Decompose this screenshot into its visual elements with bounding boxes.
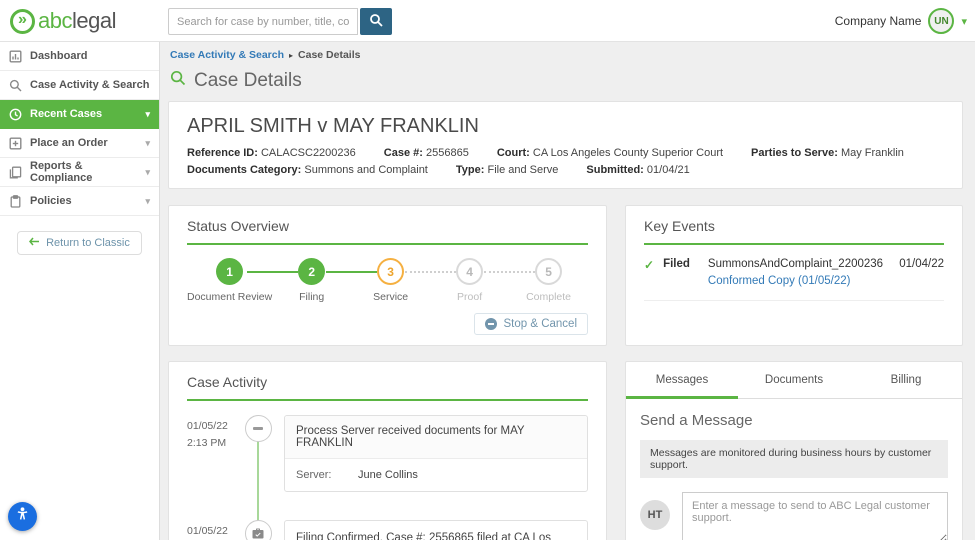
abclegal-logo[interactable]: » abclegal (10, 8, 116, 34)
entry-time: 2:13 PM (187, 435, 237, 452)
entry-text: Process Server received documents for MA… (285, 416, 587, 459)
sidebar-item-recent-cases[interactable]: Recent Cases ▾ (0, 100, 159, 129)
accessibility-person-icon (13, 505, 32, 529)
event-document-name: SummonsAndComplaint_2200236 (708, 258, 889, 270)
sidebar-item-case-activity-search[interactable]: Case Activity & Search (0, 71, 159, 100)
tab-billing[interactable]: Billing (850, 362, 962, 398)
sender-avatar: HT (640, 500, 670, 530)
server-name: June Collins (358, 469, 418, 481)
search-button[interactable] (360, 8, 392, 35)
chevron-down-icon: ▾ (145, 138, 150, 149)
search-icon (170, 70, 186, 92)
meta-court: Court: CA Los Angeles County Superior Co… (497, 147, 723, 159)
stop-cancel-button[interactable]: Stop & Cancel (474, 313, 588, 335)
account-menu[interactable]: Company Name UN ▾ (835, 0, 967, 42)
sidebar-item-dashboard[interactable]: Dashboard (0, 42, 159, 71)
step-document-review: 1 Document Review (187, 258, 272, 303)
meta-type: Type: File and Serve (456, 164, 559, 176)
entry-date: 01/05/22 (187, 418, 237, 435)
entry-date: 01/05/22 (187, 523, 237, 540)
service-attempt-icon (245, 415, 272, 442)
meta-submitted: Submitted: 01/04/21 (586, 164, 689, 176)
case-meta-row-2: Documents Category: Summons and Complain… (187, 164, 944, 176)
search-icon (369, 13, 383, 30)
step-service: 3 Service (351, 258, 430, 303)
filing-icon (245, 520, 272, 540)
case-activity-timeline: 01/05/22 2:13 PM Process Server received… (187, 415, 588, 540)
key-events-title: Key Events (644, 218, 944, 245)
case-meta-row-1: Reference ID: CALACSC2200236 Case #: 255… (187, 147, 944, 159)
sidebar-item-reports-compliance[interactable]: Reports & Compliance ▾ (0, 158, 159, 187)
breadcrumb-separator-icon: ▸ (289, 51, 293, 60)
clipboard-icon (9, 195, 30, 208)
message-input[interactable] (682, 492, 948, 540)
stop-icon (485, 318, 497, 330)
search-icon (9, 79, 30, 92)
messages-monitored-notice: Messages are monitored during business h… (640, 440, 948, 478)
timeline-entry-box: Process Server received documents for MA… (284, 415, 588, 492)
key-events-card: Key Events ✓ Filed SummonsAndComplaint_2… (625, 205, 963, 346)
entry-text: Filing Confirmed. Case #: 2556865 filed … (285, 521, 587, 540)
logo-text-legal: legal (72, 8, 116, 34)
return-to-classic-button[interactable]: Return to Classic (17, 231, 142, 255)
top-bar: » abclegal Company Name UN ▾ (0, 0, 975, 42)
search-input[interactable] (168, 8, 358, 35)
logo-text-abc: abc (38, 8, 72, 34)
sidebar: Dashboard Case Activity & Search Recent … (0, 42, 160, 540)
tab-documents[interactable]: Documents (738, 362, 850, 398)
breadcrumb: Case Activity & Search ▸ Case Details (168, 49, 963, 61)
case-activity-card: Case Activity 01/05/22 2:13 PM Process S… (168, 361, 607, 540)
timeline-entry: 01/05/22 2:13 PM Process Server received… (187, 415, 588, 492)
history-icon (9, 108, 30, 121)
meta-parties-to-serve: Parties to Serve: May Franklin (751, 147, 904, 159)
conformed-copy-link[interactable]: Conformed Copy (01/05/22) (708, 275, 889, 287)
message-compose-row: HT Attach a Doc & Rec Document (640, 492, 948, 540)
timeline-entry-box: Filing Confirmed. Case #: 2556865 filed … (284, 520, 588, 540)
sidebar-item-policies[interactable]: Policies ▾ (0, 187, 159, 216)
page-title: Case Details (170, 70, 963, 92)
case-title: APRIL SMITH v MAY FRANKLIN (187, 115, 944, 138)
event-status: Filed (663, 258, 690, 270)
meta-reference-id: Reference ID: CALACSC2200236 (187, 147, 356, 159)
server-label: Server: (296, 469, 358, 481)
chevron-down-icon: ▾ (145, 109, 150, 120)
case-activity-title: Case Activity (187, 374, 588, 401)
breadcrumb-current: Case Details (298, 49, 360, 61)
timeline-entry: 01/05/22 10:00 AM Filing Confirmed. Case… (187, 520, 588, 540)
send-a-message-heading: Send a Message (640, 412, 948, 429)
step-proof: 4 Proof (430, 258, 509, 303)
event-date: 01/04/22 (899, 258, 944, 270)
step-filing: 2 Filing (272, 258, 351, 303)
company-name: Company Name (835, 14, 922, 28)
case-search (168, 8, 392, 35)
arrow-left-icon (29, 237, 40, 249)
step-complete: 5 Complete (509, 258, 588, 303)
chevron-down-icon: ▾ (145, 167, 150, 178)
reports-icon (9, 166, 30, 179)
chevron-down-icon[interactable]: ▾ (961, 15, 967, 28)
abclegal-logo-icon: » (10, 9, 35, 34)
accessibility-widget-button[interactable] (8, 502, 37, 531)
meta-documents-category: Documents Category: Summons and Complain… (187, 164, 428, 176)
user-avatar[interactable]: UN (928, 8, 954, 34)
sidebar-item-place-an-order[interactable]: Place an Order ▾ (0, 129, 159, 158)
dash-icon (253, 427, 263, 430)
key-event-row: ✓ Filed SummonsAndComplaint_2200236 Conf… (644, 258, 944, 301)
status-stepper: 1 Document Review 2 Filing 3 Service 4 P… (187, 258, 588, 303)
meta-case-number: Case #: 2556865 (384, 147, 469, 159)
panel-tabs: Messages Documents Billing (626, 362, 962, 399)
status-overview-card: Status Overview 1 Document Review 2 Fili… (168, 205, 607, 346)
main-content: Case Activity & Search ▸ Case Details Ca… (160, 42, 975, 540)
case-header-card: APRIL SMITH v MAY FRANKLIN Reference ID:… (168, 101, 963, 189)
plus-square-icon (9, 137, 30, 150)
tab-messages[interactable]: Messages (626, 362, 738, 398)
check-icon: ✓ (644, 258, 654, 272)
dashboard-icon (9, 50, 30, 63)
chevron-down-icon: ▾ (145, 196, 150, 207)
breadcrumb-link-case-activity[interactable]: Case Activity & Search (170, 49, 284, 61)
status-overview-title: Status Overview (187, 218, 588, 245)
messages-panel-card: Messages Documents Billing Send a Messag… (625, 361, 963, 540)
